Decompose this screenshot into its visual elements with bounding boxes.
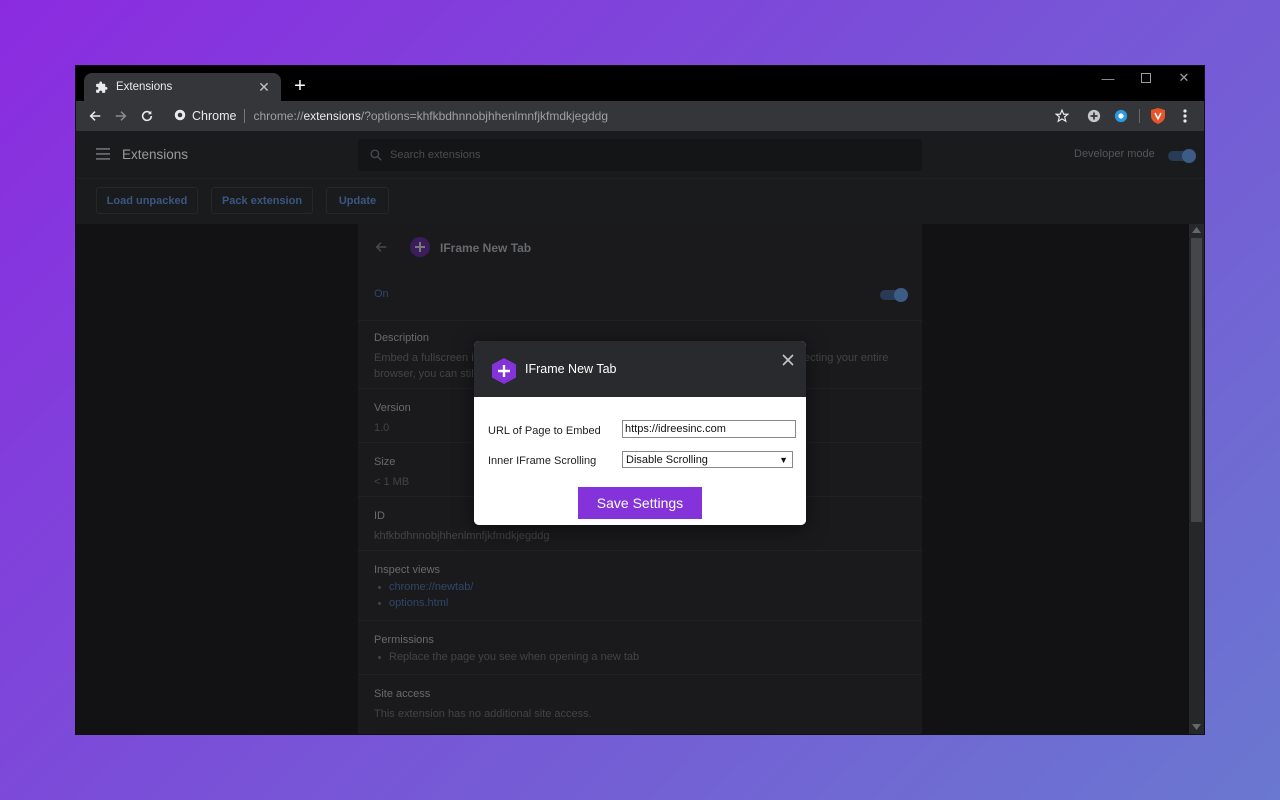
reload-icon[interactable] <box>137 106 157 126</box>
dropdown-arrow-icon: ▼ <box>779 454 788 465</box>
shield-icon[interactable] <box>1148 106 1168 126</box>
save-settings-button[interactable]: Save Settings <box>578 487 702 519</box>
browser-toolbar: Chrome chrome:// extensions /?options=kh… <box>76 101 1204 131</box>
scrolling-select[interactable]: Disable Scrolling ▼ <box>622 451 793 468</box>
maximize-icon[interactable] <box>1127 66 1165 90</box>
url-query: /?options=khfkbdhnnobjhhenlmnfjkfmdkjegd… <box>360 109 609 123</box>
toolbar-separator <box>1139 109 1140 123</box>
chrome-label: Chrome <box>192 109 237 123</box>
url-input[interactable] <box>622 420 796 438</box>
dialog-close-icon[interactable] <box>780 352 796 368</box>
forward-icon[interactable] <box>111 106 131 126</box>
bookmark-star-icon[interactable] <box>1052 106 1072 126</box>
tab-close-icon[interactable]: ✕ <box>255 78 273 96</box>
dialog-body: URL of Page to Embed Inner IFrame Scroll… <box>474 397 806 525</box>
tab-strip: Extensions ✕ + — ✕ <box>76 66 1204 101</box>
chrome-logo-icon <box>174 109 186 124</box>
hexagon-plus-icon <box>492 358 516 389</box>
puzzle-icon <box>94 80 108 94</box>
dialog-header: IFrame New Tab <box>474 341 806 397</box>
extension-refresh-icon[interactable] <box>1111 106 1131 126</box>
scrolling-field-label: Inner IFrame Scrolling <box>488 455 597 467</box>
options-dialog: IFrame New Tab URL of Page to Embed Inne… <box>474 341 806 525</box>
url-field-label: URL of Page to Embed <box>488 425 601 437</box>
tab-extensions[interactable]: Extensions ✕ <box>84 73 281 101</box>
omnibox-separator <box>244 109 246 123</box>
window-close-icon[interactable]: ✕ <box>1165 66 1203 90</box>
tab-title: Extensions <box>116 81 173 93</box>
url-scheme: chrome:// <box>253 109 304 123</box>
extension-plus-icon[interactable] <box>1084 106 1104 126</box>
address-bar[interactable]: Chrome chrome:// extensions /?options=kh… <box>174 106 608 126</box>
scrolling-selected-value: Disable Scrolling <box>626 453 708 466</box>
new-tab-button[interactable]: + <box>290 76 310 96</box>
more-menu-icon[interactable] <box>1175 106 1195 126</box>
dialog-title: IFrame New Tab <box>525 362 617 376</box>
url-path: extensions <box>303 109 361 123</box>
back-icon[interactable] <box>85 106 105 126</box>
minimize-icon[interactable]: — <box>1089 66 1127 90</box>
